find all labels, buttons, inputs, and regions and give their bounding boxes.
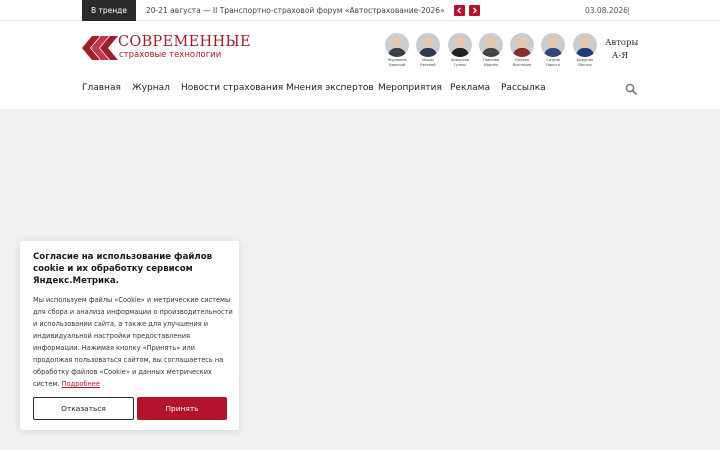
authors-az-link[interactable]: Авторы А-Я — [605, 37, 638, 63]
avatar — [510, 33, 534, 57]
chevron-left-icon — [457, 7, 461, 14]
author-avatar[interactable]: Доронин Виктор — [570, 33, 600, 67]
nav-item-ads[interactable]: Реклама — [450, 83, 490, 93]
logo-title: СОВРЕМЕННЫЕ — [118, 34, 251, 50]
author-name: Ильин Евгений — [420, 58, 436, 67]
logo-subtitle: страховые технологии — [119, 50, 222, 60]
cookie-title: Согласие на использование файлов cookie … — [33, 252, 213, 286]
avatar — [416, 33, 440, 57]
nav-item-journal[interactable]: Журнал — [132, 83, 170, 93]
author-avatar[interactable]: Копова Виктория — [507, 33, 537, 67]
author-name: Журавлев Николай — [387, 58, 407, 67]
avatar — [541, 33, 565, 57]
cookie-more-link[interactable]: Подробнее — [62, 380, 100, 388]
nav-item-events[interactable]: Мероприятия — [378, 83, 442, 93]
author-avatar[interactable]: Ситров Никита — [538, 33, 568, 67]
avatar — [573, 33, 597, 57]
author-avatar[interactable]: Хрипкова Гузель — [445, 33, 475, 67]
trend-next-button[interactable] — [469, 5, 480, 16]
trend-bar: В тренде 20-21 августа — II Транспортно-… — [0, 0, 720, 21]
author-avatar[interactable]: Журавлев Николай — [382, 33, 412, 67]
author-name: Павлова Марина — [483, 58, 499, 67]
trend-prev-button[interactable] — [454, 5, 465, 16]
author-avatar[interactable]: Павлова Марина — [476, 33, 506, 67]
site-logo[interactable]: СОВРЕМЕННЫЕ страховые технологии — [82, 34, 252, 62]
nav-item-insurance-news[interactable]: Новости страхования — [181, 83, 283, 93]
trend-label: В тренде — [82, 0, 136, 21]
cookie-consent-dialog: Согласие на использование файлов cookie … — [20, 241, 239, 430]
current-date: 03.08.2026 — [585, 6, 628, 15]
logo-mark-icon — [82, 36, 118, 60]
avatar — [479, 33, 503, 57]
decline-button[interactable]: Отказаться — [33, 397, 134, 420]
chevron-right-icon — [473, 7, 477, 14]
avatar — [448, 33, 472, 57]
author-name: Ситров Никита — [546, 58, 560, 67]
nav-item-expert-opinions[interactable]: Мнения экспертов — [286, 83, 374, 93]
author-name: Хрипкова Гузель — [450, 58, 470, 67]
top-separator: | — [627, 6, 630, 15]
nav-item-home[interactable]: Главная — [82, 83, 121, 93]
accept-button[interactable]: Принять — [137, 397, 227, 420]
site-header: СОВРЕМЕННЫЕ страховые технологии Журавле… — [0, 21, 720, 109]
nav-item-newsletter[interactable]: Рассылка — [501, 83, 546, 93]
search-icon[interactable] — [625, 83, 637, 95]
avatar — [385, 33, 409, 57]
trend-headline-link[interactable]: 20-21 августа — II Транспортно-страховой… — [146, 0, 445, 21]
author-avatar[interactable]: Ильин Евгений — [413, 33, 443, 67]
cookie-text: Мы используем файлы «Cookie» и метрическ… — [33, 296, 233, 388]
author-name: Копова Виктория — [512, 58, 532, 67]
author-name: Доронин Виктор — [576, 58, 594, 67]
